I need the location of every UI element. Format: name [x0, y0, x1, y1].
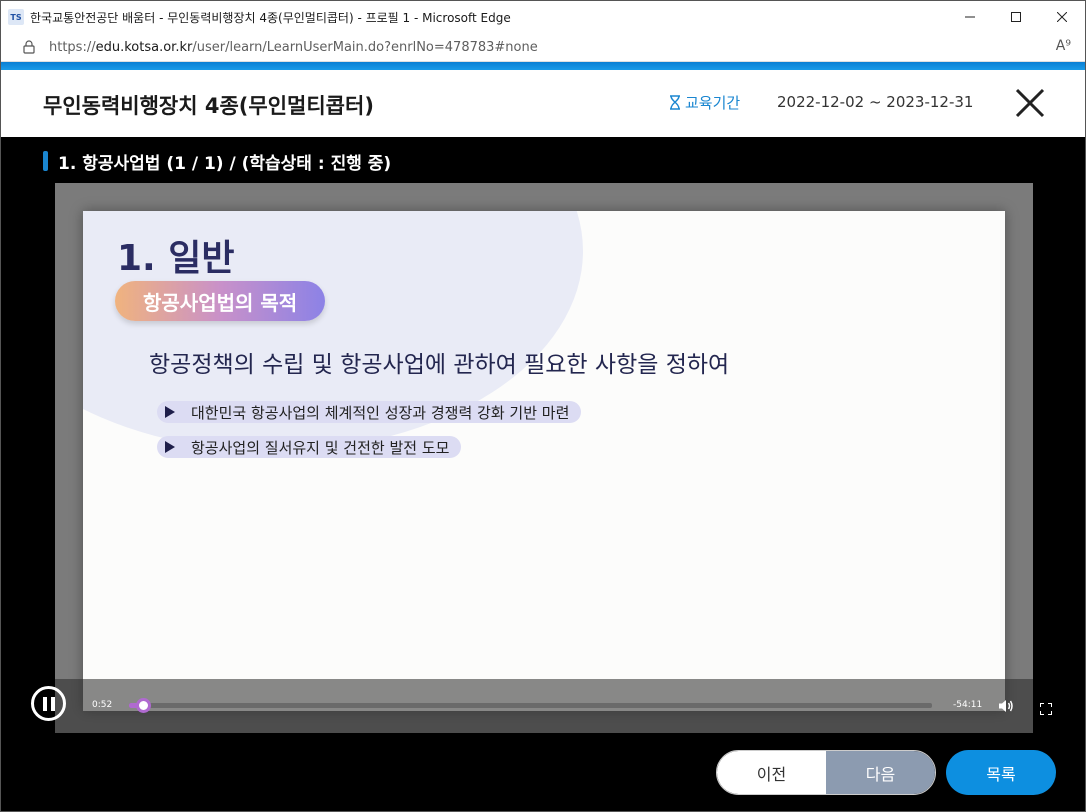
next-button[interactable]: 다음	[826, 751, 935, 794]
url-domain: edu.kotsa.or.kr	[95, 39, 193, 55]
slide-bullet-text: 대한민국 항공사업의 체계적인 성장과 경쟁력 강화 기반 마련	[191, 403, 570, 422]
prev-next-group: 이전 다음	[716, 750, 936, 795]
bullet-triangle-icon	[165, 406, 175, 418]
close-icon	[1015, 88, 1045, 118]
browser-window: TS 한국교통안전공단 배움터 - 무인동력비행장치 4종(무인멀티콥터) - …	[0, 0, 1086, 812]
url-text[interactable]: https://edu.kotsa.or.kr/user/learn/Learn…	[49, 40, 538, 55]
lesson-marker	[43, 151, 48, 171]
hourglass-icon	[670, 95, 680, 110]
slide-bullet: 대한민국 항공사업의 체계적인 성장과 경쟁력 강화 기반 마련	[157, 401, 582, 423]
url-path: /user/learn/LearnUserMain.do?enrlNo=4787…	[192, 39, 538, 55]
pause-icon-bar	[42, 696, 47, 711]
lock-icon[interactable]	[21, 39, 37, 55]
period-value: 2022-12-02 ~ 2023-12-31	[777, 93, 974, 111]
prev-button[interactable]: 이전	[717, 751, 826, 794]
slide-main-text: 항공정책의 수립 및 항공사업에 관하여 필요한 사항을 정하여	[149, 352, 730, 378]
close-window-button[interactable]	[1039, 1, 1085, 33]
list-button[interactable]: 목록	[946, 750, 1056, 795]
accent-bar	[1, 62, 1085, 70]
slide-bullet-text: 항공사업의 질서유지 및 건전한 발전 도모	[191, 438, 450, 457]
address-bar[interactable]: https://edu.kotsa.or.kr/user/learn/Learn…	[1, 33, 1085, 62]
close-course-button[interactable]	[1013, 86, 1047, 120]
period-label-text: 교육기간	[685, 94, 741, 112]
maximize-button[interactable]	[993, 1, 1039, 33]
slide-topic-pill: 항공사업법의 목적	[115, 281, 326, 321]
course-title: 무인동력비행장치 4종(무인멀티콥터)	[43, 94, 374, 118]
pause-button[interactable]	[31, 686, 66, 721]
read-aloud-icon[interactable]: A⁹	[1056, 38, 1071, 54]
seek-bar[interactable]	[129, 698, 932, 713]
maximize-icon	[1011, 12, 1021, 22]
app-icon: TS	[8, 9, 24, 25]
current-time: 0:52	[92, 700, 113, 710]
fullscreen-icon	[1039, 702, 1053, 716]
pause-icon-bar	[50, 696, 55, 711]
lecture-slide: 1. 일반 항공사업법의 목적 항공정책의 수립 및 항공사업에 관하여 필요한…	[83, 211, 1005, 711]
title-bar: TS 한국교통안전공단 배움터 - 무인동력비행장치 4종(무인멀티콥터) - …	[1, 1, 1085, 33]
close-icon	[1057, 12, 1067, 22]
remaining-time: -54:11	[953, 700, 983, 710]
minimize-icon	[965, 16, 975, 18]
bullet-triangle-icon	[165, 441, 175, 453]
period-label: 교육기간	[669, 92, 740, 113]
lesson-title-text: 1. 항공사업법 (1 / 1) / (학습상태 : 진행 중)	[58, 153, 392, 174]
volume-icon	[999, 700, 1013, 712]
fullscreen-button[interactable]	[1039, 700, 1053, 716]
url-prefix: https://	[49, 39, 96, 55]
video-player[interactable]: 1. 일반 항공사업법의 목적 항공정책의 수립 및 항공사업에 관하여 필요한…	[55, 183, 1033, 733]
lesson-title: 1. 항공사업법 (1 / 1) / (학습상태 : 진행 중)	[43, 149, 392, 174]
minimize-button[interactable]	[947, 1, 993, 33]
volume-button[interactable]	[998, 698, 1014, 714]
window-title: 한국교통안전공단 배움터 - 무인동력비행장치 4종(무인멀티콥터) - 프로필…	[30, 10, 511, 25]
window-controls	[947, 1, 1085, 33]
slide-bullet: 항공사업의 질서유지 및 건전한 발전 도모	[157, 436, 462, 458]
course-header: 무인동력비행장치 4종(무인멀티콥터) 교육기간 2022-12-02 ~ 20…	[1, 70, 1085, 137]
slide-heading: 1. 일반	[117, 238, 235, 279]
